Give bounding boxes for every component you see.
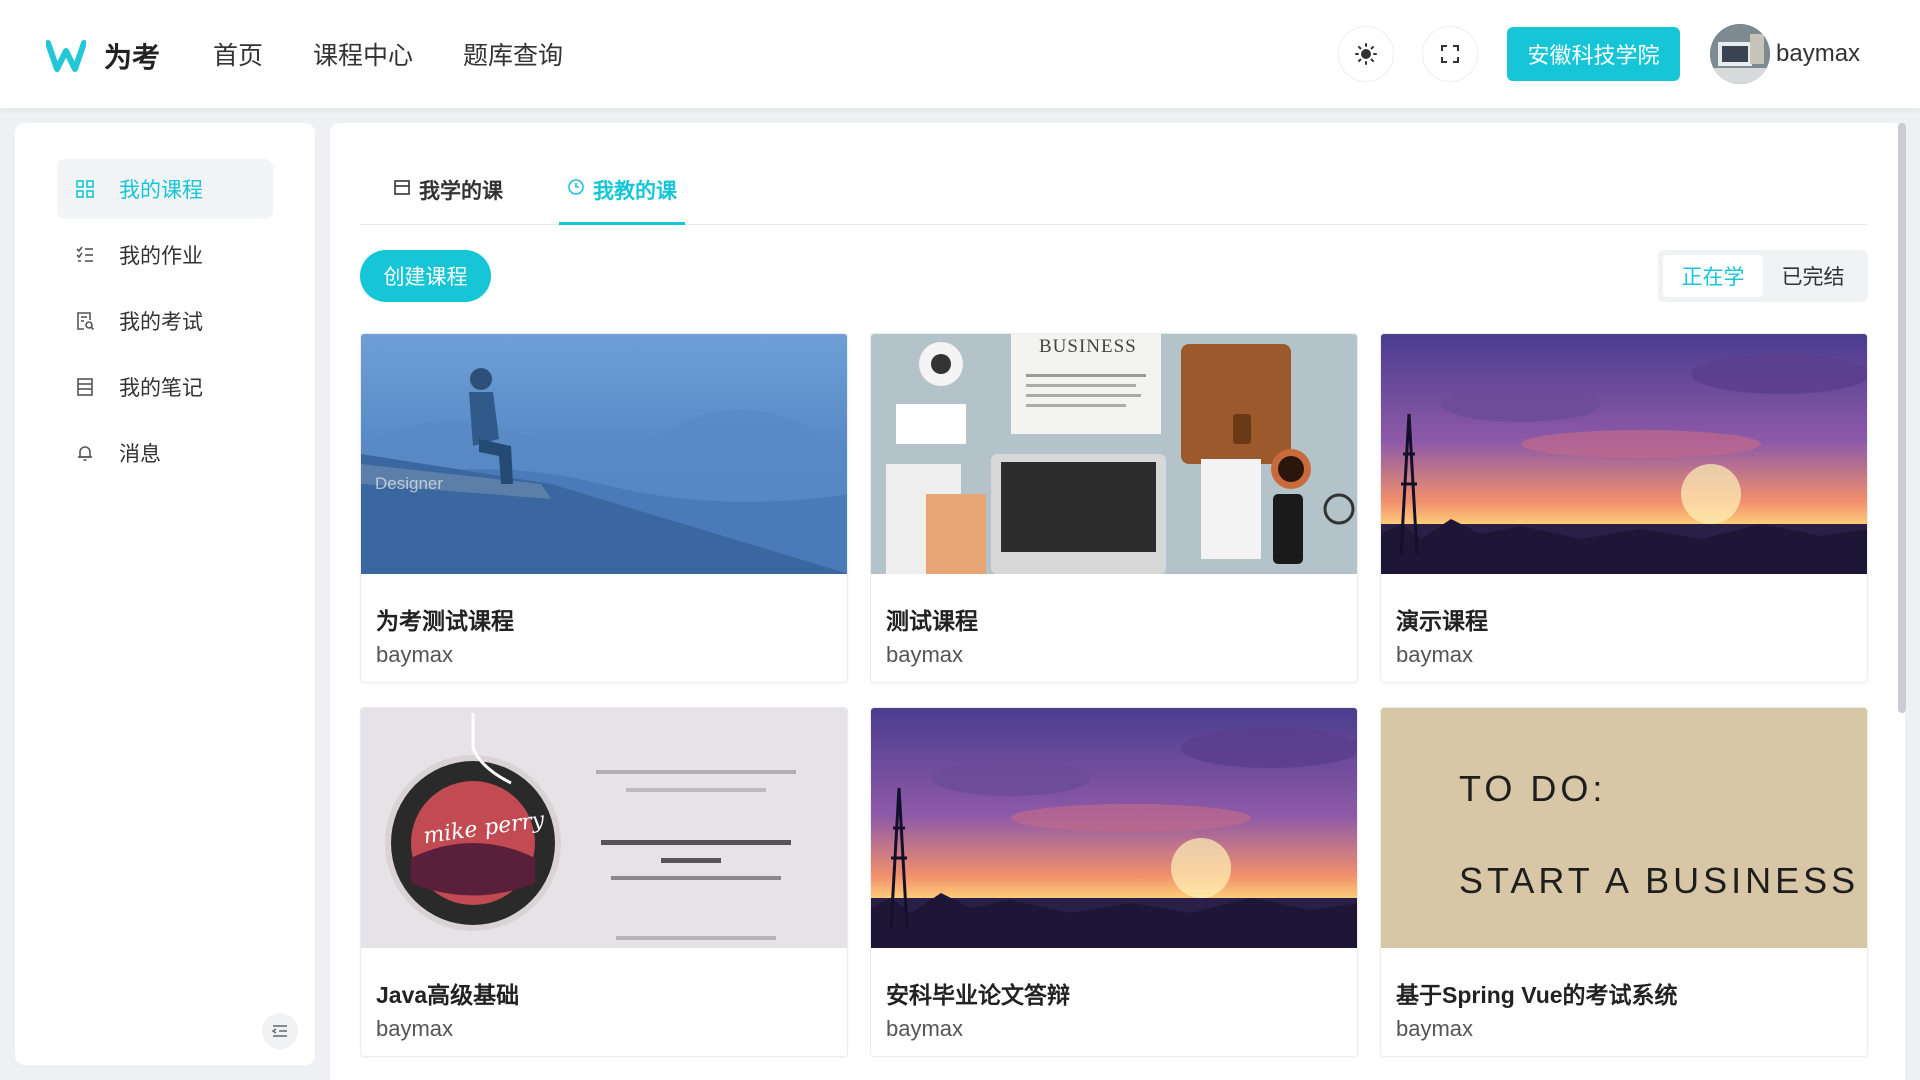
- sidebar-item-label: 我的课程: [119, 179, 203, 202]
- sidebar-item-my-notes[interactable]: 我的笔记: [57, 357, 273, 417]
- grid-icon: [76, 180, 94, 198]
- sidebar-item-label: 我的作业: [119, 245, 203, 268]
- course-title: Java高级基础: [376, 982, 520, 1008]
- course-card[interactable]: BUSINESS 测试课程 baymax: [870, 333, 1358, 683]
- nav-course-center[interactable]: 课程中心: [313, 36, 413, 72]
- cover-caption: Designer: [375, 474, 444, 493]
- logo-icon: [46, 40, 86, 72]
- top-header: 为考 首页 课程中心 题库查询 安徽科技学院 baymax: [0, 0, 1920, 108]
- tab-label: 我学的课: [419, 180, 503, 203]
- course-title: 安科毕业论文答辩: [886, 982, 1070, 1008]
- nav-home[interactable]: 首页: [213, 36, 263, 72]
- status-filter: 正在学 已完结: [1658, 250, 1868, 302]
- sidebar-collapse-button[interactable]: [262, 1013, 298, 1049]
- course-author: baymax: [886, 1016, 964, 1041]
- collapse-menu-icon: [271, 1025, 287, 1037]
- course-card[interactable]: mike perry Java高级基础 baymax: [360, 707, 848, 1057]
- sidebar: 我的课程 我的作业 我的考试 我的笔记 消息: [15, 123, 315, 1065]
- sun-icon: [1355, 43, 1377, 65]
- app-name: 为考: [104, 42, 161, 73]
- course-author: baymax: [886, 642, 964, 667]
- course-title: 演示课程: [1396, 608, 1488, 634]
- tab-learning-courses[interactable]: 我学的课: [393, 175, 503, 225]
- tab-teaching-courses[interactable]: 我教的课: [559, 175, 685, 225]
- calendar-icon: [394, 180, 410, 195]
- course-author: baymax: [1396, 1016, 1474, 1041]
- sidebar-item-my-homework[interactable]: 我的作业: [57, 225, 273, 285]
- course-card[interactable]: 演示课程 baymax: [1380, 333, 1868, 683]
- course-cover-image: BUSINESS: [871, 334, 1357, 574]
- main-nav: 首页 课程中心 题库查询: [213, 36, 613, 72]
- bell-icon: [78, 446, 92, 461]
- avatar-image: [1710, 24, 1770, 84]
- exam-icon: [77, 312, 95, 331]
- avatar[interactable]: [1710, 24, 1770, 84]
- course-author: baymax: [1396, 642, 1474, 667]
- course-cover-image: [1381, 334, 1867, 574]
- course-title: 基于Spring Vue的考试系统: [1396, 982, 1678, 1008]
- fullscreen-icon: [1441, 45, 1459, 63]
- org-button[interactable]: 安徽科技学院: [1507, 27, 1680, 81]
- cover-line-1: TO DO:: [1459, 768, 1607, 809]
- sidebar-item-label: 我的笔记: [119, 377, 203, 400]
- course-cover-image: TO DO: START A BUSINESS: [1381, 708, 1867, 948]
- sidebar-item-label: 消息: [119, 443, 161, 466]
- cover-line-2: START A BUSINESS: [1459, 860, 1860, 901]
- clock-icon: [568, 179, 584, 195]
- filter-in-progress[interactable]: 正在学: [1663, 255, 1763, 297]
- logo[interactable]: 为考: [46, 36, 160, 76]
- notes-icon: [77, 378, 93, 396]
- theme-toggle-button[interactable]: [1338, 26, 1394, 82]
- checklist-icon: [76, 246, 93, 262]
- course-cover-image: [871, 708, 1357, 948]
- course-author: baymax: [376, 1016, 454, 1041]
- sidebar-item-label: 我的考试: [119, 311, 203, 334]
- course-tabs: 我学的课 我教的课: [360, 143, 1867, 225]
- page-scrollbar[interactable]: [1898, 123, 1906, 713]
- course-card[interactable]: 安科毕业论文答辩 baymax: [870, 707, 1358, 1057]
- fullscreen-button[interactable]: [1422, 26, 1478, 82]
- course-cover-image: Designer: [361, 334, 847, 574]
- course-title: 为考测试课程: [376, 608, 514, 634]
- course-author: baymax: [376, 642, 454, 667]
- filter-finished[interactable]: 已完结: [1763, 255, 1863, 297]
- username[interactable]: baymax: [1776, 40, 1860, 68]
- tab-label: 我教的课: [593, 180, 677, 203]
- cover-caption: BUSINESS: [1039, 336, 1137, 357]
- course-card[interactable]: TO DO: START A BUSINESS 基于Spring Vue的考试系…: [1380, 707, 1868, 1057]
- course-card[interactable]: Designer 为考测试课程 baymax: [360, 333, 848, 683]
- sidebar-item-messages[interactable]: 消息: [57, 423, 273, 483]
- create-course-button[interactable]: 创建课程: [360, 250, 491, 302]
- course-cover-image: mike perry: [361, 708, 847, 948]
- sidebar-item-my-courses[interactable]: 我的课程: [57, 159, 273, 219]
- course-title: 测试课程: [886, 608, 978, 634]
- nav-question-bank[interactable]: 题库查询: [463, 36, 563, 72]
- sidebar-item-my-exams[interactable]: 我的考试: [57, 291, 273, 351]
- main-panel: 我学的课 我教的课 创建课程 正在学 已完结 Designer 为考测试课程 b…: [330, 123, 1905, 1080]
